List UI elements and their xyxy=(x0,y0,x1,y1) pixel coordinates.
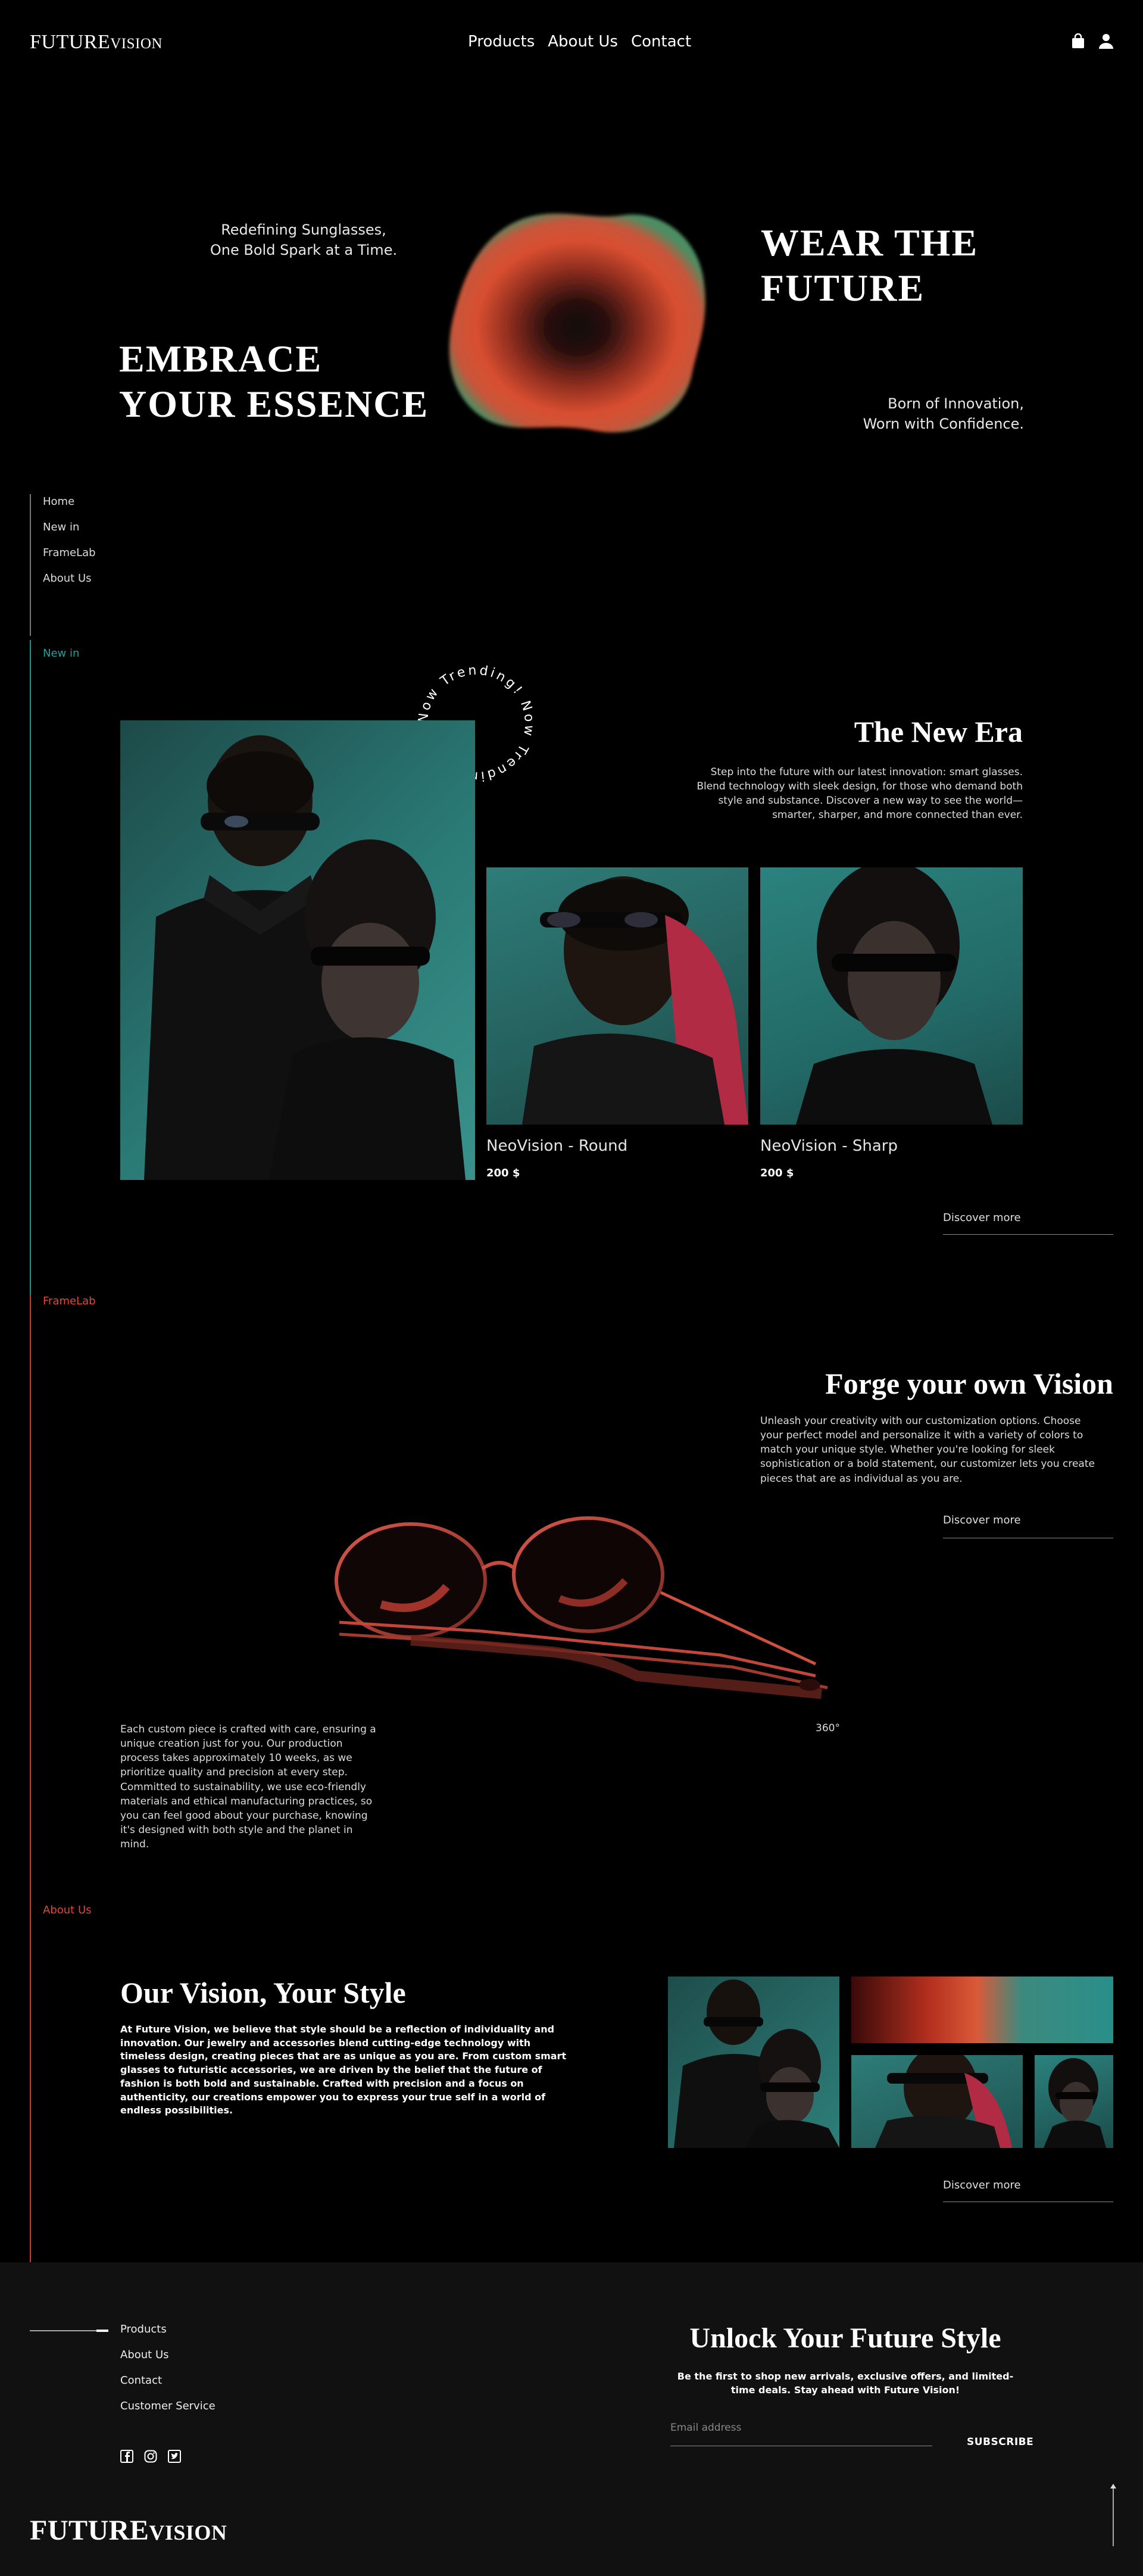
framelab-discover-more[interactable]: Discover more xyxy=(943,1514,1021,1526)
scroll-to-top-line[interactable] xyxy=(1113,2486,1114,2546)
footer-logo-future: FUTURE xyxy=(30,2515,149,2546)
twitter-icon[interactable] xyxy=(168,2450,181,2463)
hero-gradient-blob xyxy=(449,213,705,433)
side-nav: Home New in FrameLab About Us xyxy=(43,495,96,598)
site-logo[interactable]: FUTUREVISION xyxy=(30,31,163,54)
logo-text-vision: VISION xyxy=(110,36,163,52)
newsletter-text: Be the first to shop new arrivals, exclu… xyxy=(677,2371,1014,2396)
about-collage-gradient xyxy=(851,1977,1113,2043)
framelab-title: Forge your own Vision xyxy=(825,1367,1113,1400)
framelab-description: Unleash your creativity with our customi… xyxy=(760,1415,1095,1485)
glasses-3d-render[interactable] xyxy=(304,1515,839,1706)
about-title: Our Vision, Your Style xyxy=(120,1976,406,2009)
footer-accent-dash xyxy=(96,2330,108,2332)
hero-headline-right-line-1: WEAR THE xyxy=(761,221,979,264)
header-icons xyxy=(1072,33,1113,49)
footer-logo-vision: VISION xyxy=(149,2521,227,2544)
about-collage-photo-woman xyxy=(1035,2055,1113,2148)
nav-products[interactable]: Products xyxy=(468,33,535,51)
footer-link-customer-service[interactable]: Customer Service xyxy=(120,2400,216,2425)
side-line-red xyxy=(30,1295,31,2262)
hero-subline: Born of Innovation, Worn with Confidence… xyxy=(822,394,1024,434)
about-description: At Future Vision, we believe that style … xyxy=(120,2024,567,2116)
section-tag-framelab[interactable]: FrameLab xyxy=(43,1295,96,1307)
logo-text-future: FUTURE xyxy=(30,31,111,53)
product-price-round: 200 $ xyxy=(486,1167,520,1179)
main-nav: Products About Us Contact xyxy=(468,33,691,51)
about-collage-photo-couple xyxy=(668,1977,839,2148)
hero-tagline: Redefining Sunglasses, One Bold Spark at… xyxy=(208,220,399,260)
scroll-to-top-arrowhead[interactable] xyxy=(1110,2484,1116,2488)
newsletter-subscribe-button[interactable]: SUBSCRIBE xyxy=(967,2436,1033,2448)
instagram-icon[interactable] xyxy=(144,2450,157,2463)
hero-headline-left: EMBRACE YOUR ESSENCE xyxy=(119,336,429,426)
newsletter-title: Unlock Your Future Style xyxy=(689,2322,1001,2354)
side-nav-about-us[interactable]: About Us xyxy=(43,572,96,598)
footer-accent-line xyxy=(30,2330,107,2331)
nav-about-us[interactable]: About Us xyxy=(548,33,618,51)
hero-headline-right-line-2: FUTURE xyxy=(761,266,925,309)
side-nav-home[interactable]: Home xyxy=(43,495,96,521)
rotation-360-label[interactable]: 360° xyxy=(816,1722,840,1734)
hero-headline-left-line-1: EMBRACE xyxy=(119,338,323,380)
footer-link-about-us[interactable]: About Us xyxy=(120,2349,216,2374)
side-line-white xyxy=(30,494,31,636)
new-in-discover-more[interactable]: Discover more xyxy=(943,1211,1021,1224)
footer-social xyxy=(120,2450,181,2463)
footer-link-products[interactable]: Products xyxy=(120,2323,216,2349)
product-photo-sharp[interactable] xyxy=(760,867,1023,1125)
footer-logo[interactable]: FUTUREVISION xyxy=(30,2514,227,2547)
side-nav-new-in[interactable]: New in xyxy=(43,521,96,547)
section-tag-about-us[interactable]: About Us xyxy=(43,1904,92,1916)
new-era-description: Step into the future with our latest inn… xyxy=(697,766,1023,822)
new-in-discover-arrow[interactable] xyxy=(943,1234,1113,1235)
hero-tagline-line-2: One Bold Spark at a Time. xyxy=(210,241,398,258)
framelab-craft-text: Each custom piece is crafted with care, … xyxy=(120,1723,376,1850)
new-era-title: The New Era xyxy=(854,715,1023,748)
product-name-round[interactable]: NeoVision - Round xyxy=(486,1137,627,1155)
hero-subline-1: Born of Innovation, xyxy=(888,395,1024,412)
hero-headline-left-line-2: YOUR ESSENCE xyxy=(119,382,429,425)
product-price-sharp: 200 $ xyxy=(760,1167,794,1179)
newsletter-email-input[interactable]: Email address xyxy=(670,2422,932,2434)
hero-headline-right: WEAR THE FUTURE xyxy=(761,220,978,310)
nav-contact[interactable]: Contact xyxy=(631,33,691,51)
about-discover-more[interactable]: Discover more xyxy=(943,2179,1021,2191)
hero-subline-2: Worn with Confidence. xyxy=(863,415,1024,432)
about-collage-photo-man xyxy=(851,2055,1023,2148)
section-tag-new-in[interactable]: New in xyxy=(43,647,79,660)
facebook-icon[interactable] xyxy=(120,2450,133,2463)
side-line-teal xyxy=(30,640,31,1295)
new-era-main-photo xyxy=(120,720,475,1180)
side-nav-framelab[interactable]: FrameLab xyxy=(43,547,96,572)
product-photo-round[interactable] xyxy=(486,867,748,1125)
product-name-sharp[interactable]: NeoVision - Sharp xyxy=(760,1137,898,1155)
hero-tagline-line-1: Redefining Sunglasses, xyxy=(221,221,386,238)
footer-links: Products About Us Contact Customer Servi… xyxy=(120,2323,216,2425)
user-icon[interactable] xyxy=(1099,33,1113,49)
footer-link-contact[interactable]: Contact xyxy=(120,2374,216,2400)
shopping-bag-icon[interactable] xyxy=(1072,33,1085,49)
